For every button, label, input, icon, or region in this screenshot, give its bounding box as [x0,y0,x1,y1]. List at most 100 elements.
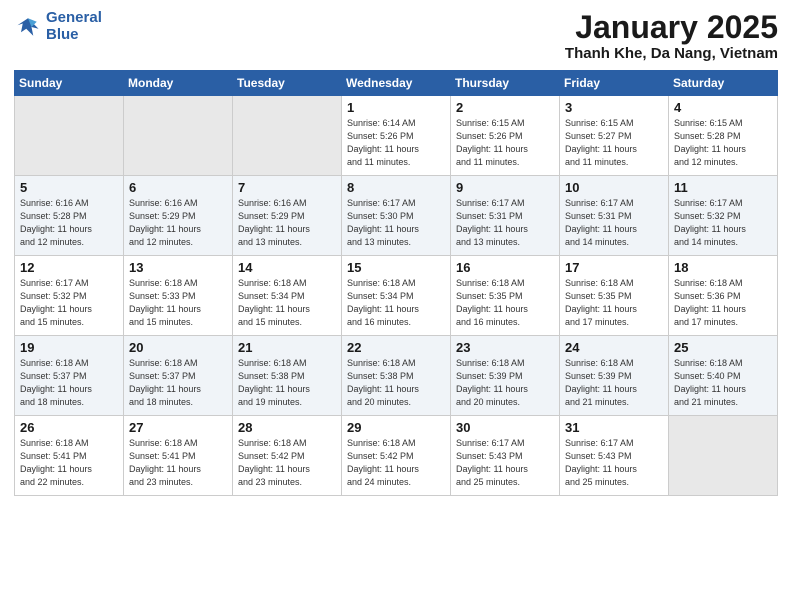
day-info: Sunrise: 6:18 AM Sunset: 5:39 PM Dayligh… [565,357,663,409]
calendar-table: SundayMondayTuesdayWednesdayThursdayFrid… [14,70,778,496]
weekday-header-saturday: Saturday [669,71,778,96]
page-container: General Blue January 2025 Thanh Khe, Da … [0,0,792,504]
day-number: 2 [456,100,554,115]
day-info: Sunrise: 6:17 AM Sunset: 5:32 PM Dayligh… [20,277,118,329]
day-info: Sunrise: 6:17 AM Sunset: 5:31 PM Dayligh… [456,197,554,249]
calendar-cell: 22 Sunrise: 6:18 AM Sunset: 5:38 PM Dayli… [342,336,451,416]
day-number: 16 [456,260,554,275]
day-number: 27 [129,420,227,435]
day-number: 10 [565,180,663,195]
day-number: 6 [129,180,227,195]
day-info: Sunrise: 6:17 AM Sunset: 5:43 PM Dayligh… [565,437,663,489]
calendar-cell: 27 Sunrise: 6:18 AM Sunset: 5:41 PM Dayli… [124,416,233,496]
day-number: 30 [456,420,554,435]
calendar-cell: 7Sunrise: 6:16 AM Sunset: 5:29 PM Daylig… [233,176,342,256]
day-number: 14 [238,260,336,275]
day-number: 12 [20,260,118,275]
calendar-cell: 13 Sunrise: 6:18 AM Sunset: 5:33 PM Dayli… [124,256,233,336]
day-info: Sunrise: 6:18 AM Sunset: 5:33 PM Dayligh… [129,277,227,329]
day-number: 5 [20,180,118,195]
day-number: 21 [238,340,336,355]
day-info: Sunrise: 6:17 AM Sunset: 5:32 PM Dayligh… [674,197,772,249]
calendar-cell: 18 Sunrise: 6:18 AM Sunset: 5:36 PM Dayli… [669,256,778,336]
day-info: Sunrise: 6:18 AM Sunset: 5:35 PM Dayligh… [456,277,554,329]
day-info: Sunrise: 6:15 AM Sunset: 5:28 PM Dayligh… [674,117,772,169]
calendar-cell [124,96,233,176]
weekday-header-sunday: Sunday [15,71,124,96]
calendar-cell: 24 Sunrise: 6:18 AM Sunset: 5:39 PM Dayli… [560,336,669,416]
calendar-cell: 25 Sunrise: 6:18 AM Sunset: 5:40 PM Dayli… [669,336,778,416]
weekday-header-row: SundayMondayTuesdayWednesdayThursdayFrid… [15,71,778,96]
day-info: Sunrise: 6:17 AM Sunset: 5:30 PM Dayligh… [347,197,445,249]
day-number: 13 [129,260,227,275]
calendar-cell [669,416,778,496]
day-number: 8 [347,180,445,195]
day-number: 29 [347,420,445,435]
day-number: 23 [456,340,554,355]
day-info: Sunrise: 6:18 AM Sunset: 5:38 PM Dayligh… [347,357,445,409]
day-number: 4 [674,100,772,115]
calendar-cell: 3 Sunrise: 6:15 AM Sunset: 5:27 PM Daylig… [560,96,669,176]
day-number: 24 [565,340,663,355]
calendar-cell: 10 Sunrise: 6:17 AM Sunset: 5:31 PM Dayli… [560,176,669,256]
day-info: Sunrise: 6:18 AM Sunset: 5:37 PM Dayligh… [129,357,227,409]
logo-text-blue: Blue [46,27,102,44]
title-block: January 2025 Thanh Khe, Da Nang, Vietnam [565,10,778,62]
calendar-cell: 5 Sunrise: 6:16 AM Sunset: 5:28 PM Daylig… [15,176,124,256]
day-number: 18 [674,260,772,275]
day-info: Sunrise: 6:18 AM Sunset: 5:36 PM Dayligh… [674,277,772,329]
day-info: Sunrise: 6:18 AM Sunset: 5:39 PM Dayligh… [456,357,554,409]
calendar-cell [233,96,342,176]
logo-text-general: General [46,9,102,26]
calendar-cell: 23 Sunrise: 6:18 AM Sunset: 5:39 PM Dayli… [451,336,560,416]
day-number: 1 [347,100,445,115]
calendar-cell: 6 Sunrise: 6:16 AM Sunset: 5:29 PM Daylig… [124,176,233,256]
day-info: Sunrise: 6:14 AM Sunset: 5:26 PM Dayligh… [347,117,445,169]
calendar-cell: 8 Sunrise: 6:17 AM Sunset: 5:30 PM Daylig… [342,176,451,256]
day-info: Sunrise: 6:18 AM Sunset: 5:37 PM Dayligh… [20,357,118,409]
weekday-header-friday: Friday [560,71,669,96]
calendar-cell: 20Sunrise: 6:18 AM Sunset: 5:37 PM Dayli… [124,336,233,416]
day-number: 22 [347,340,445,355]
day-info: Sunrise: 6:18 AM Sunset: 5:35 PM Dayligh… [565,277,663,329]
calendar-cell: 2Sunrise: 6:15 AM Sunset: 5:26 PM Daylig… [451,96,560,176]
calendar-cell: 16 Sunrise: 6:18 AM Sunset: 5:35 PM Dayli… [451,256,560,336]
day-info: Sunrise: 6:18 AM Sunset: 5:41 PM Dayligh… [20,437,118,489]
day-number: 15 [347,260,445,275]
day-number: 19 [20,340,118,355]
logo-icon [14,13,42,41]
day-number: 25 [674,340,772,355]
weekday-header-thursday: Thursday [451,71,560,96]
day-info: Sunrise: 6:18 AM Sunset: 5:41 PM Dayligh… [129,437,227,489]
week-row-4: 19 Sunrise: 6:18 AM Sunset: 5:37 PM Dayli… [15,336,778,416]
day-info: Sunrise: 6:17 AM Sunset: 5:43 PM Dayligh… [456,437,554,489]
day-info: Sunrise: 6:15 AM Sunset: 5:27 PM Dayligh… [565,117,663,169]
weekday-header-wednesday: Wednesday [342,71,451,96]
day-number: 3 [565,100,663,115]
calendar-cell: 19 Sunrise: 6:18 AM Sunset: 5:37 PM Dayli… [15,336,124,416]
day-info: Sunrise: 6:17 AM Sunset: 5:31 PM Dayligh… [565,197,663,249]
calendar-cell: 30 Sunrise: 6:17 AM Sunset: 5:43 PM Dayli… [451,416,560,496]
header: General Blue January 2025 Thanh Khe, Da … [14,10,778,62]
day-info: Sunrise: 6:18 AM Sunset: 5:38 PM Dayligh… [238,357,336,409]
calendar-cell: 15Sunrise: 6:18 AM Sunset: 5:34 PM Dayli… [342,256,451,336]
week-row-3: 12 Sunrise: 6:17 AM Sunset: 5:32 PM Dayli… [15,256,778,336]
day-info: Sunrise: 6:16 AM Sunset: 5:29 PM Dayligh… [129,197,227,249]
calendar-cell: 11 Sunrise: 6:17 AM Sunset: 5:32 PM Dayli… [669,176,778,256]
day-number: 31 [565,420,663,435]
day-info: Sunrise: 6:18 AM Sunset: 5:34 PM Dayligh… [238,277,336,329]
calendar-cell: 9Sunrise: 6:17 AM Sunset: 5:31 PM Daylig… [451,176,560,256]
weekday-header-monday: Monday [124,71,233,96]
logo: General Blue [14,10,102,43]
day-number: 11 [674,180,772,195]
week-row-5: 26 Sunrise: 6:18 AM Sunset: 5:41 PM Dayli… [15,416,778,496]
day-info: Sunrise: 6:16 AM Sunset: 5:28 PM Dayligh… [20,197,118,249]
day-info: Sunrise: 6:16 AM Sunset: 5:29 PM Dayligh… [238,197,336,249]
calendar-cell: 1 Sunrise: 6:14 AM Sunset: 5:26 PM Daylig… [342,96,451,176]
calendar-cell: 28Sunrise: 6:18 AM Sunset: 5:42 PM Dayli… [233,416,342,496]
day-number: 26 [20,420,118,435]
day-number: 17 [565,260,663,275]
week-row-1: 1 Sunrise: 6:14 AM Sunset: 5:26 PM Daylig… [15,96,778,176]
day-info: Sunrise: 6:18 AM Sunset: 5:40 PM Dayligh… [674,357,772,409]
weekday-header-tuesday: Tuesday [233,71,342,96]
